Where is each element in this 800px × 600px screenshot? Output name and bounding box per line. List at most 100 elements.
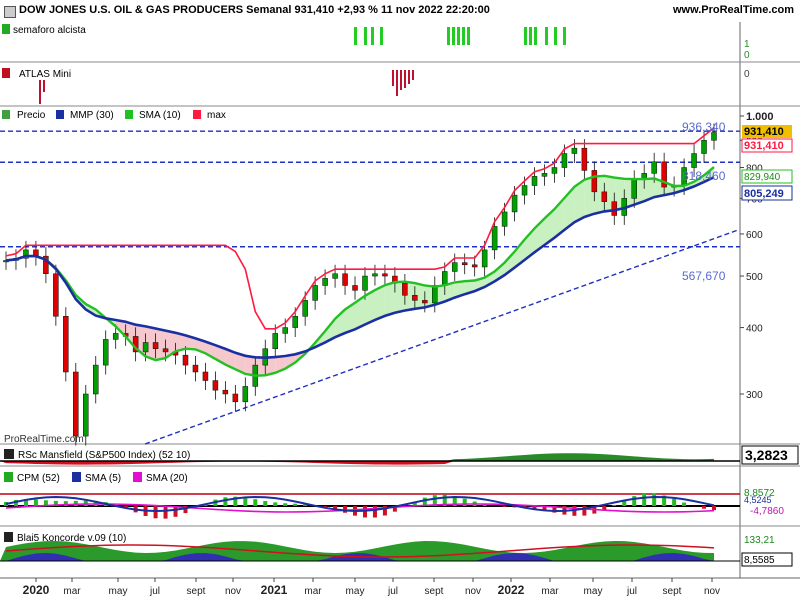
candle: [332, 273, 338, 279]
x-tick-label: may: [584, 586, 603, 597]
cpm-bar: [612, 505, 617, 506]
candle: [541, 173, 548, 177]
y-tick-label: 500: [746, 272, 763, 283]
candle: [152, 342, 159, 349]
rsc-value: 3,2823: [745, 447, 788, 463]
candle: [511, 194, 518, 213]
candle: [412, 295, 418, 301]
price-tag-sma: 829,940: [744, 172, 781, 183]
x-tick-label: jul: [149, 586, 160, 597]
x-tick-label: sept: [425, 586, 444, 597]
candle: [272, 333, 278, 349]
atlas-label: ATLAS Mini: [19, 69, 71, 80]
cpm-bar: [502, 506, 507, 507]
candle: [63, 316, 69, 373]
x-tick-label: may: [346, 586, 365, 597]
candle: [92, 364, 99, 395]
x-tick-label: nov: [225, 586, 241, 597]
level-label-818: 818,460: [682, 169, 726, 183]
candle: [422, 300, 428, 304]
cpm-sma5-label: SMA (5): [85, 473, 121, 484]
koncorde-value-1: 133,21: [744, 535, 775, 546]
x-tick-label: jul: [387, 586, 398, 597]
chart-canvas: semaforo alcista 1 0 ATLAS Mini 0 Precio…: [0, 22, 800, 600]
candle: [551, 167, 558, 174]
candle: [352, 285, 358, 291]
level-label-567: 567,670: [682, 269, 726, 283]
candle: [631, 179, 637, 199]
cpm-bar: [223, 497, 228, 506]
cpm-bar: [33, 499, 38, 506]
price-tag-mmp: 805,249: [744, 188, 784, 200]
y-tick-label: 600: [746, 230, 763, 241]
candle: [73, 371, 79, 437]
candle: [192, 364, 199, 373]
x-tick-label: mar: [541, 586, 559, 597]
semaforo-tick-0: 0: [744, 50, 750, 61]
cpm-bar: [632, 496, 637, 506]
candle: [461, 262, 468, 266]
candle: [53, 273, 59, 317]
x-tick-label: 2022: [498, 583, 525, 597]
candle: [491, 226, 498, 251]
candle: [601, 191, 608, 202]
candle: [312, 285, 318, 301]
cpm-bar: [163, 506, 168, 519]
koncorde-value-2: 8,5585: [744, 555, 775, 566]
candle: [481, 249, 488, 268]
semaforo-label: semaforo alcista: [13, 25, 86, 36]
cpm-bar: [263, 500, 268, 506]
candle: [83, 393, 89, 437]
x-tick-label: mar: [304, 586, 322, 597]
candle: [442, 271, 448, 286]
cpm-value-sma5: 4,5245: [744, 495, 772, 505]
rsc-label: RSc Mansfield (S&P500 Index) (52 10): [18, 450, 190, 461]
candle: [242, 386, 249, 403]
cpm-bar: [642, 493, 647, 506]
cpm-bar: [283, 503, 288, 506]
cpm-bar: [253, 499, 258, 506]
candle: [202, 371, 209, 381]
candle: [651, 161, 657, 174]
candle: [382, 273, 388, 277]
cpm-bar: [672, 498, 677, 506]
candle: [162, 348, 169, 353]
level-label-936: 936,340: [682, 120, 726, 134]
cpm-bar: [652, 493, 657, 506]
candle: [182, 354, 189, 366]
cpm-bar: [73, 500, 78, 506]
cpm-sma20-label: SMA (20): [146, 473, 188, 484]
y-tick-label: 1.000: [746, 111, 774, 123]
x-tick-label: nov: [465, 586, 481, 597]
semaforo-tick-1: 1: [744, 39, 750, 50]
watermark: ProRealTime.com: [4, 434, 84, 445]
price-tag-max: 931,410: [744, 140, 784, 152]
x-tick-label: sept: [663, 586, 682, 597]
candle: [322, 278, 328, 286]
x-tick-label: mar: [63, 586, 81, 597]
x-tick-label: 2021: [261, 583, 288, 597]
x-tick-label: sept: [187, 586, 206, 597]
cpm-bar: [153, 506, 158, 519]
candle: [581, 147, 588, 171]
candle: [451, 262, 458, 272]
legend-precio: Precio: [17, 110, 46, 121]
atlas-tick-0: 0: [744, 69, 750, 80]
y-tick-label: 300: [746, 390, 763, 401]
candle: [531, 176, 538, 186]
candle: [212, 380, 219, 391]
candle: [591, 170, 598, 193]
legend-max: max: [207, 110, 226, 121]
x-tick-label: nov: [704, 586, 720, 597]
cpm-label: CPM (52): [17, 473, 60, 484]
cpm-bar: [702, 506, 707, 509]
price-tag-close: 931,410: [744, 126, 784, 138]
candle: [222, 389, 229, 395]
candle: [571, 147, 578, 154]
candle: [432, 285, 438, 304]
candle: [372, 273, 378, 277]
candle: [282, 327, 288, 334]
candle: [471, 264, 478, 268]
cpm-bar: [243, 497, 248, 506]
cpm-bar: [273, 502, 278, 506]
